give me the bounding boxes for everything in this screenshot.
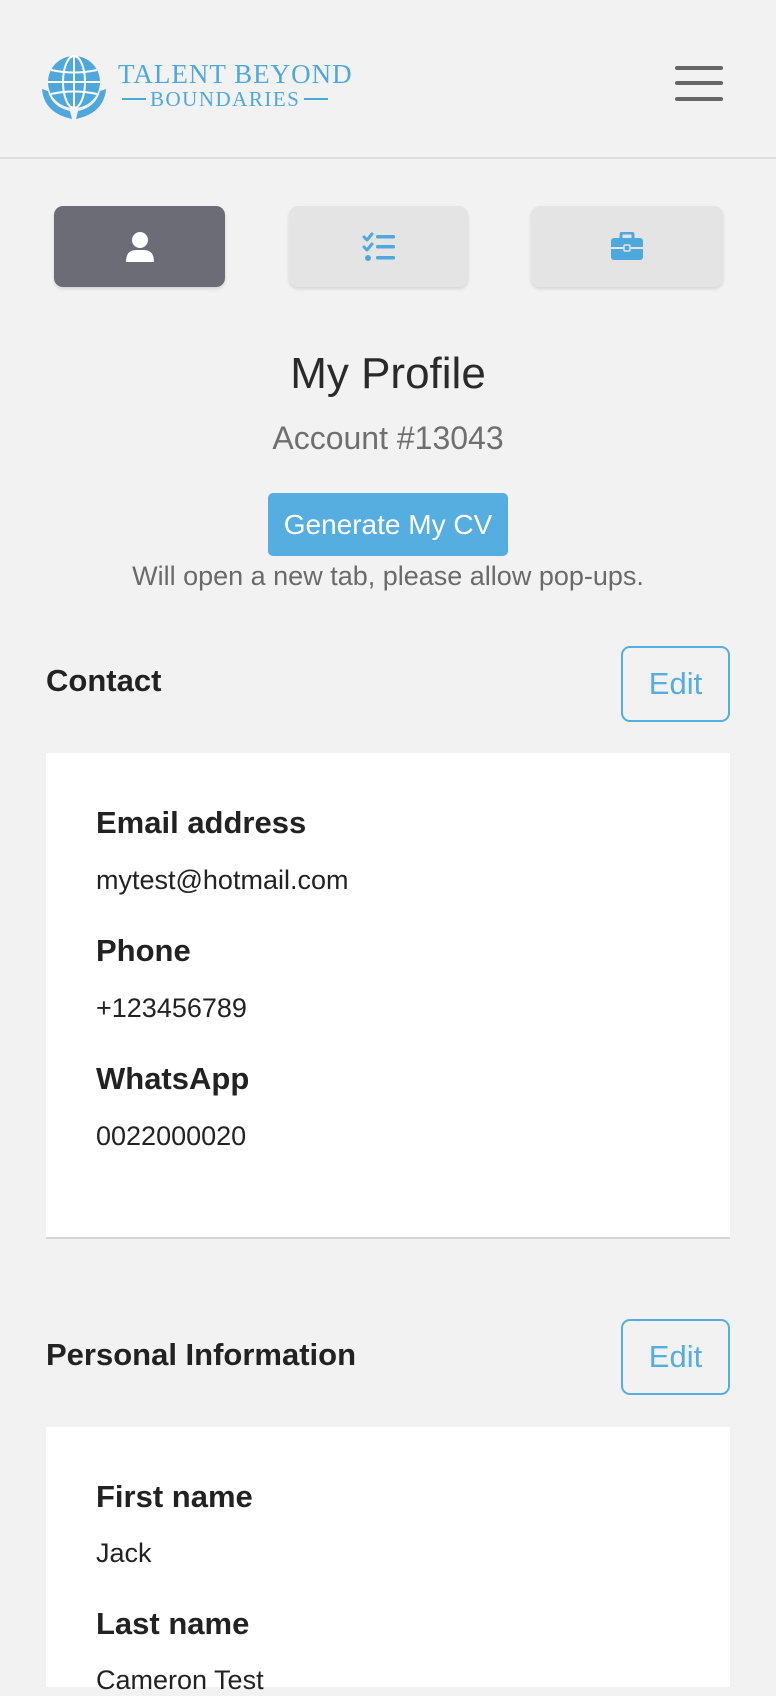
top-header: TALENT BEYOND BOUNDARIES xyxy=(0,0,776,159)
logo-line-2: BOUNDARIES xyxy=(118,88,353,110)
personal-section-title: Personal Information xyxy=(46,1337,357,1372)
email-value: mytest@hotmail.com xyxy=(96,865,349,895)
tab-jobs[interactable] xyxy=(531,206,723,287)
whatsapp-label: WhatsApp xyxy=(96,1061,250,1096)
checklist-icon xyxy=(362,232,395,261)
generate-cv-note: Will open a new tab, please allow pop-up… xyxy=(132,561,644,591)
contact-edit-button[interactable]: Edit xyxy=(621,646,730,722)
page-title: My Profile xyxy=(290,349,486,398)
hamburger-menu-icon[interactable] xyxy=(675,62,725,104)
logo-text: TALENT BEYOND BOUNDARIES xyxy=(118,60,353,110)
logo-dash-left xyxy=(122,98,146,100)
tab-profile[interactable] xyxy=(54,206,225,287)
menu-bar-top xyxy=(675,66,723,70)
generate-cv-button[interactable]: Generate My CV xyxy=(268,493,508,556)
email-label: Email address xyxy=(96,805,307,840)
whatsapp-value: 0022000020 xyxy=(96,1121,247,1151)
last-name-label: Last name xyxy=(96,1606,250,1641)
briefcase-icon xyxy=(611,231,643,260)
last-name-value: Cameron Test xyxy=(96,1665,264,1695)
logo-line-1: TALENT BEYOND xyxy=(118,59,353,89)
menu-bar-bottom xyxy=(675,97,723,101)
user-icon xyxy=(125,231,154,262)
menu-bar-middle xyxy=(675,81,723,85)
talent-beyond-boundaries-logo[interactable]: TALENT BEYOND BOUNDARIES xyxy=(38,48,353,122)
phone-value: +123456789 xyxy=(96,993,247,1023)
first-name-value: Jack xyxy=(96,1538,152,1568)
phone-label: Phone xyxy=(96,933,191,968)
globe-hands-logo-icon xyxy=(42,55,106,119)
account-number: Account #13043 xyxy=(272,420,504,456)
first-name-label: First name xyxy=(96,1479,253,1514)
contact-card: Email address mytest@hotmail.com Phone +… xyxy=(46,753,730,1239)
contact-section-title: Contact xyxy=(46,663,162,698)
logo-dash-right xyxy=(304,98,329,100)
tab-checklist[interactable] xyxy=(289,206,468,287)
logo-line-2-text: BOUNDARIES xyxy=(150,87,301,111)
personal-edit-button[interactable]: Edit xyxy=(621,1319,730,1395)
personal-card: First name Jack Last name Cameron Test xyxy=(46,1427,730,1695)
